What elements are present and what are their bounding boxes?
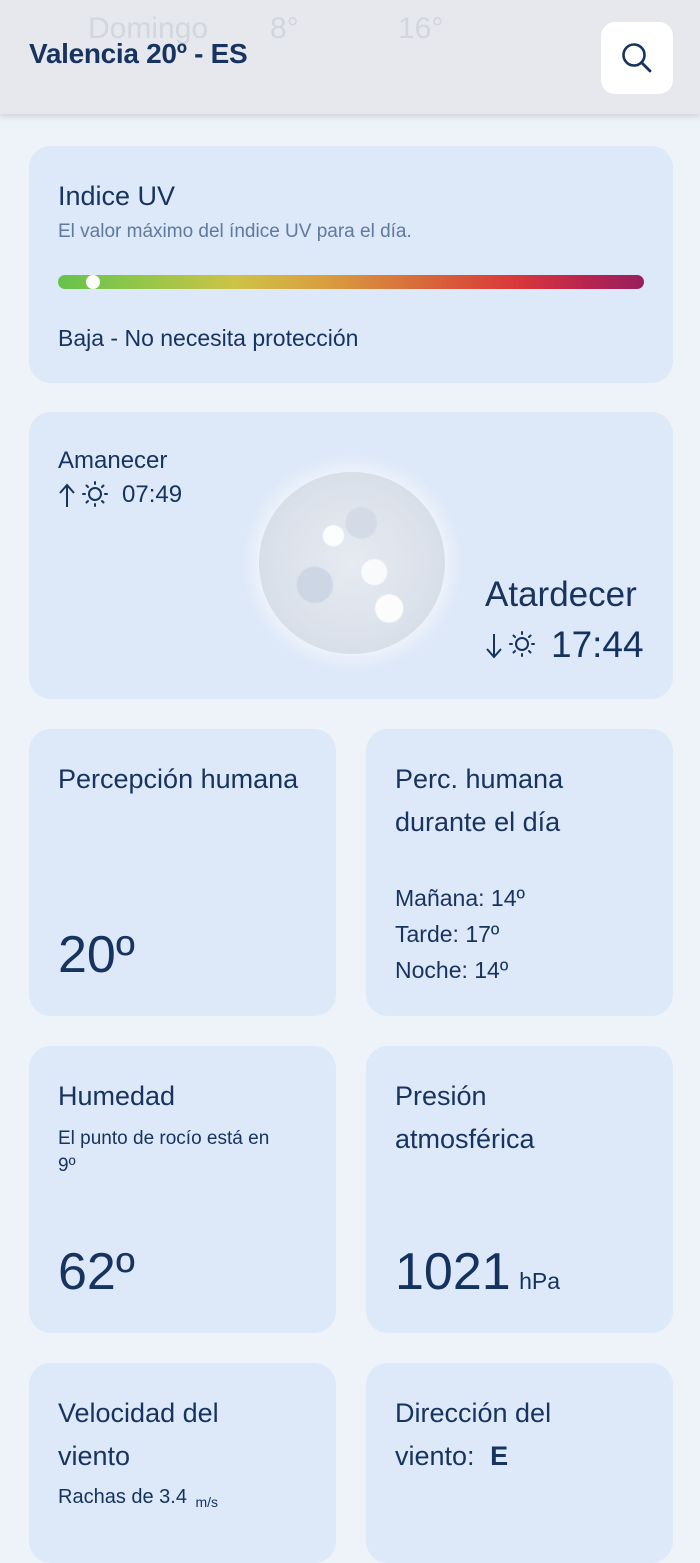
search-icon	[622, 43, 652, 73]
sunset-label: Atardecer	[485, 575, 637, 614]
wind-direction-value: E	[490, 1441, 509, 1471]
gusts-row: Rachas de 3.4 m/s	[58, 1486, 218, 1510]
search-button[interactable]	[601, 22, 673, 94]
sunrise-label: Amanecer	[58, 447, 168, 474]
uv-subtitle: El valor máximo del índice UV para el dí…	[58, 221, 412, 242]
feels-like-title: Percepción humana	[58, 764, 299, 794]
ghost-low: 8°	[270, 12, 299, 45]
feels-like-card: Percepción humana 20º	[29, 729, 336, 1016]
gusts-value: Rachas de 3.4	[58, 1486, 187, 1508]
feels-like-value: 20º	[58, 926, 135, 984]
app-header: Domingo 8° 16° Valencia 20º - ES	[0, 0, 700, 114]
pressure-title-line1: Presión	[395, 1081, 487, 1111]
sunset-row: 17:44	[485, 624, 644, 666]
uv-level-text: Baja - No necesita protección	[58, 325, 359, 351]
sun-card: Amanecer 07:49 Atardecer 17:44	[29, 412, 673, 699]
uv-title: Indice UV	[58, 181, 176, 211]
uv-scale-bar	[58, 275, 644, 289]
sunrise-icon	[59, 481, 108, 507]
feels-night: Noche: 14º	[395, 957, 509, 983]
humidity-card: Humedad El punto de rocío está en 9º 62º	[29, 1046, 336, 1333]
feels-day-title-line2: durante el día	[395, 807, 561, 837]
pressure-unit: hPa	[519, 1268, 561, 1294]
sunset-time: 17:44	[551, 624, 644, 665]
pressure-value-row: 1021 hPa	[395, 1242, 560, 1302]
sunrise-time: 07:49	[122, 481, 183, 508]
wind-speed-card: Velocidad del viento Rachas de 3.4 m/s	[29, 1363, 336, 1563]
uv-index-card: Indice UV El valor máximo del índice UV …	[29, 146, 673, 383]
sunrise-row: 07:49	[58, 480, 182, 510]
feels-day-title-line1: Perc. humana	[395, 764, 564, 794]
gusts-unit: m/s	[195, 1494, 218, 1510]
sunset-icon	[486, 631, 535, 659]
dew-point-line2: 9º	[58, 1155, 76, 1176]
wind-direction-card: Dirección del viento: E	[366, 1363, 673, 1563]
humidity-value: 62º	[58, 1243, 135, 1301]
pressure-card: Presión atmosférica 1021 hPa	[366, 1046, 673, 1333]
wind-speed-title-line2: viento	[58, 1441, 131, 1471]
pressure-value: 1021	[395, 1243, 511, 1301]
ghost-high: 16°	[398, 12, 444, 45]
humidity-title: Humedad	[58, 1081, 176, 1111]
dew-point-line1: El punto de rocío está en	[58, 1128, 270, 1149]
wind-speed-title-line1: Velocidad del	[58, 1398, 219, 1428]
feels-afternoon: Tarde: 17º	[395, 921, 500, 947]
sun-illustration	[259, 472, 445, 654]
feels-morning: Mañana: 14º	[395, 885, 525, 911]
feels-day-card: Perc. humana durante el día Mañana: 14º …	[366, 729, 673, 1016]
location-title: Valencia 20º - ES	[29, 38, 248, 69]
wind-direction-title-line1: Dirección del	[395, 1398, 552, 1428]
wind-direction-label: viento:	[395, 1441, 475, 1471]
wind-direction-title-line2: viento: E	[395, 1435, 508, 1478]
pressure-title-line2: atmosférica	[395, 1124, 535, 1154]
